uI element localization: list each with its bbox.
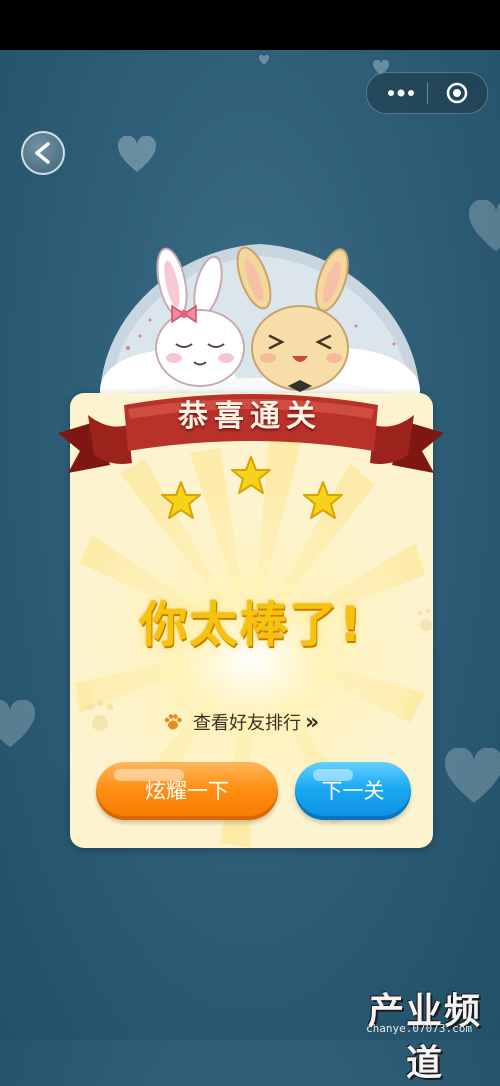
close-button[interactable] <box>431 73 483 113</box>
double-chevron-icon: » <box>305 709 320 735</box>
next-level-label: 下一关 <box>321 779 385 803</box>
next-level-button[interactable]: 下一关 <box>295 762 411 820</box>
watermark-url: chanye.07073.com <box>366 1022 472 1035</box>
heart-decoration <box>117 136 157 172</box>
level-complete-title: 恭喜通关 <box>178 399 322 434</box>
friend-ranking-link[interactable]: 查看好友排行 » <box>163 706 319 738</box>
success-message: 你太棒了! <box>139 597 364 653</box>
back-chevron-icon <box>35 142 50 164</box>
miniprogram-capsule <box>366 72 488 114</box>
paw-icon <box>164 714 182 730</box>
ranking-label: 查看好友排行 <box>193 713 301 734</box>
star-icon <box>231 456 271 494</box>
star-icon <box>161 481 201 519</box>
heart-decoration <box>258 55 270 65</box>
status-bar <box>0 0 500 50</box>
close-target-icon <box>446 82 468 104</box>
more-dots-icon <box>388 89 414 97</box>
heart-decoration <box>0 700 36 748</box>
heart-decoration <box>468 200 500 252</box>
capsule-divider <box>427 82 428 104</box>
show-off-button[interactable]: 炫耀一下 <box>96 762 278 820</box>
site-watermark: 产业频道 chanye.07073.com <box>352 982 498 1084</box>
back-button[interactable] <box>21 131 65 175</box>
show-off-label: 炫耀一下 <box>145 779 229 803</box>
more-button[interactable] <box>375 73 427 113</box>
star-icon <box>303 481 343 519</box>
heart-decoration <box>445 748 500 803</box>
